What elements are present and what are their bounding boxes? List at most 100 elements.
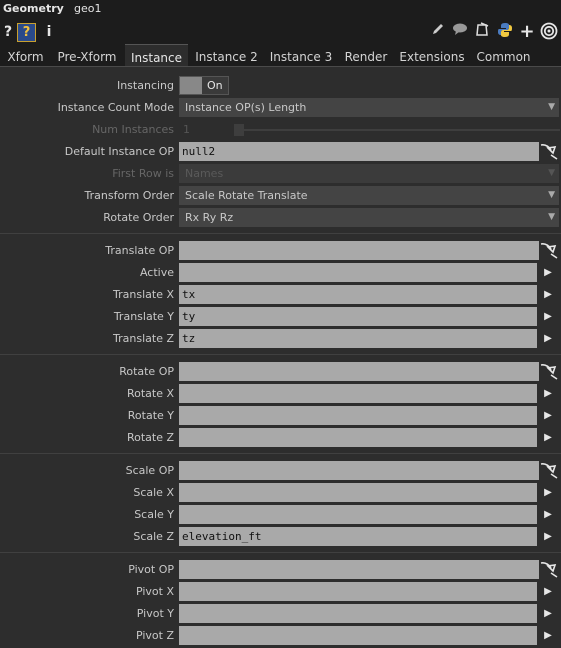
rotate-y-label: Rotate Y [127,409,174,422]
instance-count-mode-row: Instance Count Mode Instance OP(s) Lengt… [0,97,561,119]
pivot-op-label: Pivot OP [128,563,174,576]
expand-arrow-icon[interactable]: ▶ [539,483,557,502]
transform-order-row: Transform Order Scale Rotate Translate ▼ [0,185,561,207]
info-icon[interactable]: i [44,22,54,42]
tab-underline [0,66,561,67]
num-instances-slider-handle [234,124,244,136]
tab-extensions[interactable]: Extensions [396,44,468,66]
toggle-knob [180,77,202,94]
translate-y-row: Translate Y ty ▶ [0,306,561,328]
pencil-icon[interactable] [430,22,446,42]
scale-z-field[interactable]: elevation_ft [179,527,537,546]
tab-common[interactable]: Common [472,44,535,66]
scale-z-row: Scale Z elevation_ft ▶ [0,526,561,548]
scale-op-field[interactable] [179,461,539,480]
dropdown-arrow-icon: ▼ [548,168,555,178]
expand-arrow-icon[interactable]: ▶ [539,406,557,425]
tab-pre-xform[interactable]: Pre-Xform [52,44,122,66]
expand-arrow-icon[interactable]: ▶ [539,505,557,524]
translate-active-label: Active [139,266,174,279]
translate-z-row: Translate Z tz ▶ [0,328,561,350]
rotate-y-row: Rotate Y ▶ [0,405,561,427]
operator-name[interactable]: geo1 [74,2,101,15]
rotate-order-menu[interactable]: Rx Ry Rz ▼ [179,208,559,227]
expand-arrow-icon[interactable]: ▶ [539,285,557,304]
rotate-z-label: Rotate Z [126,431,174,444]
expand-arrow-icon[interactable]: ▶ [539,582,557,601]
default-instance-op-field[interactable]: null2 [179,142,539,161]
op-drop-arrow-icon[interactable] [539,559,559,579]
num-instances-label: Num Instances [92,123,174,136]
rotate-x-row: Rotate X ▶ [0,383,561,405]
translate-active-field[interactable] [179,263,537,282]
translate-x-field[interactable]: tx [179,285,537,304]
operator-type: Geometry [3,2,64,15]
dropdown-arrow-icon: ▼ [548,102,555,112]
rotate-x-field[interactable] [179,384,537,403]
rotate-op-label: Rotate OP [119,365,174,378]
translate-x-row: Translate X tx ▶ [0,284,561,306]
op-drop-arrow-icon[interactable] [539,141,559,161]
pivot-y-field[interactable] [179,604,537,623]
scale-op-label: Scale OP [125,464,174,477]
rotate-z-row: Rotate Z ▶ [0,427,561,449]
translate-op-label: Translate OP [105,244,174,257]
pivot-y-label: Pivot Y [136,607,174,620]
first-row-is-value: Names [185,167,224,180]
rotate-y-field[interactable] [179,406,537,425]
pivot-z-field[interactable] [179,626,537,645]
rotate-order-row: Rotate Order Rx Ry Rz ▼ [0,207,561,229]
scale-y-field[interactable] [179,505,537,524]
tab-instance[interactable]: Instance [125,44,188,67]
first-row-is-menu: Names ▼ [179,164,559,183]
translate-x-label: Translate X [113,288,174,301]
translate-active-row: Active ▶ [0,262,561,284]
op-drop-arrow-icon[interactable] [539,460,559,480]
viewer-target-icon[interactable] [539,22,559,42]
rotate-op-field[interactable] [179,362,539,381]
expand-arrow-icon[interactable]: ▶ [539,384,557,403]
operator-help-icon[interactable]: ? [17,23,36,42]
icon-bar: ? ? i + [0,20,561,44]
expand-arrow-icon[interactable]: ▶ [539,307,557,326]
instance-count-mode-menu[interactable]: Instance OP(s) Length ▼ [179,98,559,117]
expand-arrow-icon[interactable]: ▶ [539,527,557,546]
default-instance-op-row: Default Instance OP null2 [0,141,561,163]
comment-icon[interactable] [451,22,469,42]
expand-arrow-icon[interactable]: ▶ [539,263,557,282]
scale-y-row: Scale Y ▶ [0,504,561,526]
help-icon[interactable]: ? [2,22,14,42]
tab-xform[interactable]: Xform [2,44,49,66]
scale-x-label: Scale X [133,486,174,499]
scale-y-label: Scale Y [134,508,174,521]
python-icon[interactable] [496,22,514,42]
expand-arrow-icon[interactable]: ▶ [539,604,557,623]
expand-arrow-icon[interactable]: ▶ [539,428,557,447]
pivot-op-row: Pivot OP [0,559,561,581]
rotate-z-field[interactable] [179,428,537,447]
op-drop-arrow-icon[interactable] [539,361,559,381]
scale-x-field[interactable] [179,483,537,502]
translate-z-field[interactable]: tz [179,329,537,348]
translate-op-field[interactable] [179,241,539,260]
tab-instance-2[interactable]: Instance 2 [191,44,262,66]
dropdown-arrow-icon: ▼ [548,190,555,200]
rotate-order-label: Rotate Order [103,211,174,224]
transform-order-value: Scale Rotate Translate [185,189,308,202]
plus-icon[interactable]: + [518,22,536,42]
expand-arrow-icon[interactable]: ▶ [539,329,557,348]
rotate-order-value: Rx Ry Rz [185,211,234,224]
pivot-x-field[interactable] [179,582,537,601]
op-drop-arrow-icon[interactable] [539,240,559,260]
section-divider [0,552,561,553]
tab-instance-3[interactable]: Instance 3 [266,44,336,66]
scale-z-label: Scale Z [133,530,174,543]
tab-render[interactable]: Render [341,44,391,66]
translate-y-field[interactable]: ty [179,307,537,326]
rotate-x-label: Rotate X [126,387,174,400]
clone-icon[interactable] [473,22,491,42]
transform-order-menu[interactable]: Scale Rotate Translate ▼ [179,186,559,205]
pivot-op-field[interactable] [179,560,539,579]
expand-arrow-icon[interactable]: ▶ [539,626,557,645]
instancing-toggle[interactable]: On [179,76,229,95]
